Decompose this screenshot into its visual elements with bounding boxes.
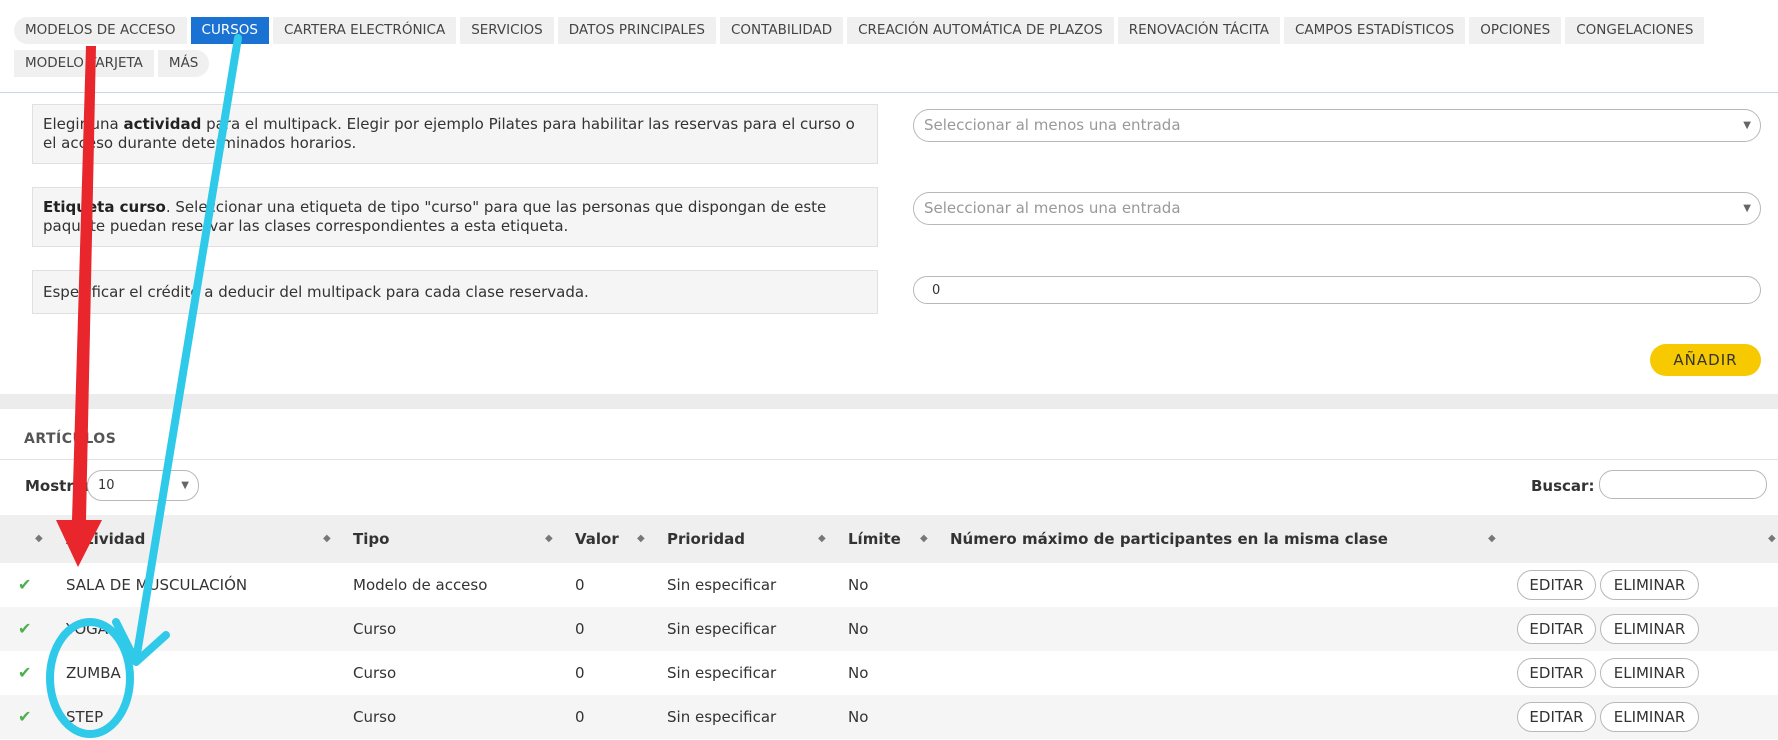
- cell-tipo: Modelo de acceso: [353, 576, 488, 594]
- tab-datos-principales[interactable]: DATOS PRINCIPALES: [557, 17, 716, 44]
- sort-icon[interactable]: ◆: [818, 515, 826, 563]
- activity-desc-text: Elegir una: [43, 115, 124, 133]
- sort-icon[interactable]: ◆: [637, 515, 645, 563]
- column-header-actividad[interactable]: Actividad: [66, 515, 145, 563]
- cell-actividad: SALA DE MUSCULACIÓN: [66, 576, 248, 594]
- activity-desc-bold: actividad: [123, 115, 202, 133]
- sort-icon[interactable]: ◆: [1768, 515, 1776, 563]
- chevron-down-icon: ▼: [1743, 120, 1751, 131]
- tab-renovacion-tacita[interactable]: RENOVACIÓN TÁCITA: [1117, 17, 1280, 44]
- tab-opciones[interactable]: OPCIONES: [1469, 17, 1562, 44]
- tab-mas[interactable]: MÁS: [157, 50, 210, 77]
- panel-title: ARTÍCULOS: [24, 431, 117, 447]
- sort-icon[interactable]: ◆: [920, 515, 928, 563]
- tab-servicios[interactable]: SERVICIOS: [460, 17, 554, 44]
- delete-button[interactable]: ELIMINAR: [1600, 658, 1699, 688]
- activity-description: Elegir una actividad para el multipack. …: [32, 104, 878, 164]
- cell-tipo: Curso: [353, 708, 397, 726]
- credit-input[interactable]: [913, 276, 1761, 304]
- edit-button[interactable]: EDITAR: [1517, 614, 1596, 644]
- check-icon: ✔: [18, 663, 32, 682]
- sort-icon[interactable]: ◆: [35, 515, 43, 563]
- table-row: ✔ ZUMBA Curso 0 Sin especificar No EDITA…: [0, 651, 1778, 695]
- title-divider: [0, 459, 1778, 460]
- check-icon: ✔: [18, 575, 32, 594]
- tab-congelaciones[interactable]: CONGELACIONES: [1565, 17, 1705, 44]
- cell-limite: No: [848, 708, 869, 726]
- cell-prioridad: Sin especificar: [667, 620, 777, 638]
- column-header-prioridad[interactable]: Prioridad: [667, 515, 745, 563]
- column-header-tipo[interactable]: Tipo: [353, 515, 389, 563]
- delete-button[interactable]: ELIMINAR: [1600, 570, 1699, 600]
- cell-limite: No: [848, 576, 869, 594]
- tab-bar: MODELOS DE ACCESO CURSOS CARTERA ELECTRÓ…: [14, 17, 1774, 77]
- cell-tipo: Curso: [353, 620, 397, 638]
- page-size-select[interactable]: 10 ▼: [87, 470, 199, 501]
- cell-valor: 0: [575, 576, 585, 594]
- table-row: ✔ SALA DE MUSCULACIÓN Modelo de acceso 0…: [0, 563, 1778, 607]
- delete-button[interactable]: ELIMINAR: [1600, 614, 1699, 644]
- cell-actividad: ZUMBA: [66, 664, 121, 682]
- column-header-max-participantes[interactable]: Número máximo de participantes en la mis…: [950, 515, 1388, 563]
- cell-prioridad: Sin especificar: [667, 576, 777, 594]
- cell-limite: No: [848, 620, 869, 638]
- search-input[interactable]: [1599, 470, 1767, 499]
- sort-icon[interactable]: ◆: [323, 515, 331, 563]
- cell-tipo: Curso: [353, 664, 397, 682]
- show-label: Mostrar: [25, 477, 92, 495]
- credit-desc-text: Especificar el crédito a deducir del mul…: [43, 283, 589, 301]
- tab-modelos-de-acceso[interactable]: MODELOS DE ACCESO: [14, 17, 187, 44]
- edit-button[interactable]: EDITAR: [1517, 658, 1596, 688]
- cell-prioridad: Sin especificar: [667, 664, 777, 682]
- label-description: Etiqueta curso. Seleccionar una etiqueta…: [32, 187, 878, 247]
- credit-description: Especificar el crédito a deducir del mul…: [32, 270, 878, 314]
- sort-icon[interactable]: ◆: [545, 515, 553, 563]
- tab-cursos[interactable]: CURSOS: [190, 17, 269, 44]
- label-desc-bold: Etiqueta curso: [43, 198, 166, 216]
- cell-valor: 0: [575, 620, 585, 638]
- search-label: Buscar:: [1531, 477, 1595, 495]
- add-button[interactable]: AÑADIR: [1650, 344, 1761, 376]
- activity-select[interactable]: Seleccionar al menos una entrada ▼: [913, 109, 1761, 142]
- cell-limite: No: [848, 664, 869, 682]
- tab-divider: [0, 92, 1778, 93]
- articles-panel: ARTÍCULOS Mostrar 10 ▼ Buscar: ◆ Activid…: [0, 409, 1778, 740]
- tab-creacion-automatica-de-plazos[interactable]: CREACIÓN AUTOMÁTICA DE PLAZOS: [847, 17, 1114, 44]
- table-header: ◆ Actividad ◆ Tipo ◆ Valor ◆ Prioridad ◆…: [0, 515, 1778, 563]
- edit-button[interactable]: EDITAR: [1517, 702, 1596, 732]
- sort-icon[interactable]: ◆: [1488, 515, 1496, 563]
- label-select[interactable]: Seleccionar al menos una entrada ▼: [913, 192, 1761, 225]
- check-icon: ✔: [18, 707, 32, 726]
- column-header-limite[interactable]: Límite: [848, 515, 901, 563]
- cell-actividad: YOGA: [66, 620, 109, 638]
- tab-contabilidad[interactable]: CONTABILIDAD: [719, 17, 844, 44]
- cell-valor: 0: [575, 664, 585, 682]
- cell-prioridad: Sin especificar: [667, 708, 777, 726]
- table-row: ✔ STEP Curso 0 Sin especificar No EDITAR…: [0, 695, 1778, 739]
- page-size-value: 10: [98, 478, 115, 493]
- label-select-placeholder: Seleccionar al menos una entrada: [924, 199, 1181, 217]
- cell-actividad: STEP: [66, 708, 104, 726]
- delete-button[interactable]: ELIMINAR: [1600, 702, 1699, 732]
- activity-select-placeholder: Seleccionar al menos una entrada: [924, 116, 1181, 134]
- chevron-down-icon: ▼: [1743, 203, 1751, 214]
- check-icon: ✔: [18, 619, 32, 638]
- tab-modelo-tarjeta[interactable]: MODELO TARJETA: [14, 50, 154, 77]
- chevron-down-icon: ▼: [181, 480, 189, 491]
- column-header-valor[interactable]: Valor: [575, 515, 619, 563]
- settings-panel: MODELOS DE ACCESO CURSOS CARTERA ELECTRÓ…: [0, 0, 1778, 394]
- cell-valor: 0: [575, 708, 585, 726]
- tab-cartera-electronica[interactable]: CARTERA ELECTRÓNICA: [272, 17, 457, 44]
- table-row: ✔ YOGA Curso 0 Sin especificar No EDITAR…: [0, 607, 1778, 651]
- edit-button[interactable]: EDITAR: [1517, 570, 1596, 600]
- tab-campos-estadisticos[interactable]: CAMPOS ESTADÍSTICOS: [1283, 17, 1466, 44]
